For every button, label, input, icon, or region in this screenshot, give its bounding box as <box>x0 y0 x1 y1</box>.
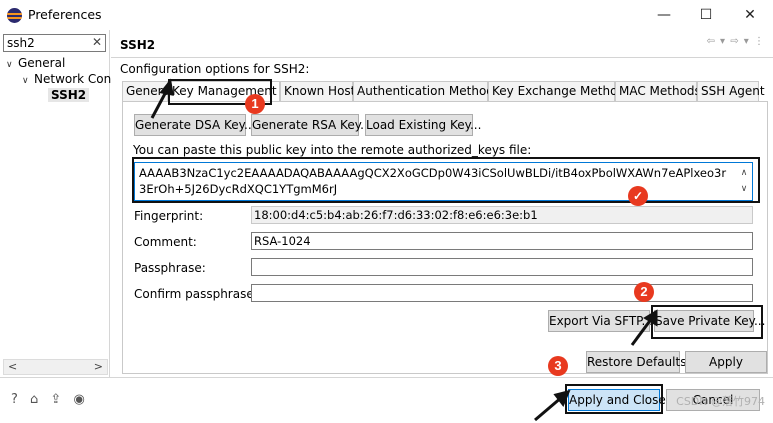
arrow-head <box>159 78 174 96</box>
arrow-to-apply-and-close <box>534 395 563 422</box>
arrow-to-save-private-key <box>630 317 654 346</box>
annotation-arrows <box>150 78 658 422</box>
